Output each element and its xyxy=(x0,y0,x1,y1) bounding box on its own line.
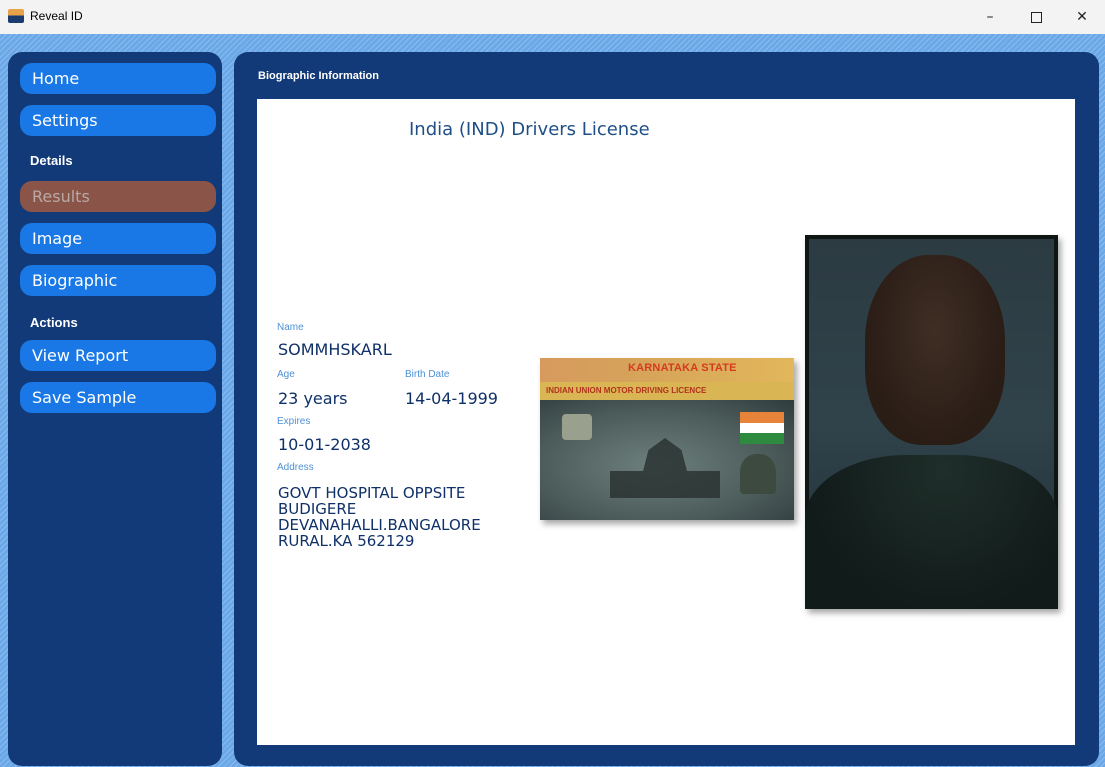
address-line: DEVANAHALLI.BANGALORE xyxy=(278,516,481,534)
address-value: GOVT HOSPITAL OPPSITE BUDIGERE DEVANAHAL… xyxy=(278,485,518,549)
flag-stripe xyxy=(740,412,784,423)
address-line: GOVT HOSPITAL OPPSITE xyxy=(278,484,466,502)
save-sample-button[interactable]: Save Sample xyxy=(20,382,216,413)
chip-icon xyxy=(562,414,592,440)
name-value: SOMMHSKARL xyxy=(278,340,392,359)
sidebar-item-results: Results xyxy=(20,181,216,212)
portrait-shoulders xyxy=(805,455,1058,609)
flag-stripe xyxy=(740,433,784,444)
birth-date-label: Birth Date xyxy=(405,369,450,380)
address-line: BUDIGERE xyxy=(278,500,357,518)
app-icon xyxy=(8,9,24,23)
title-bar: Reveal ID – ✕ xyxy=(0,0,1105,34)
license-header-text: KARNATAKA STATE xyxy=(628,362,737,374)
address-line: RURAL.KA 562129 xyxy=(278,532,415,550)
sidebar-item-image[interactable]: Image xyxy=(20,223,216,254)
age-value: 23 years xyxy=(278,389,348,408)
license-band-text: INDIAN UNION MOTOR DRIVING LICENCE xyxy=(546,386,707,395)
maximize-button[interactable] xyxy=(1013,0,1059,34)
minimize-button[interactable]: – xyxy=(967,0,1013,34)
expires-value: 10-01-2038 xyxy=(278,435,371,454)
emblem-icon xyxy=(740,454,776,494)
close-button[interactable]: ✕ xyxy=(1059,0,1105,34)
birth-date-value: 14-04-1999 xyxy=(405,389,498,408)
flag-icon xyxy=(740,412,784,444)
sidebar-item-settings-label: Settings xyxy=(32,111,98,130)
expires-label: Expires xyxy=(277,416,311,427)
sidebar-item-home[interactable]: Home xyxy=(20,63,216,94)
view-report-button[interactable]: View Report xyxy=(20,340,216,371)
document-title: India (IND) Drivers License xyxy=(409,119,650,140)
sidebar-item-settings[interactable]: Settings xyxy=(20,105,216,136)
panel-title: Biographic Information xyxy=(258,70,379,82)
close-icon: ✕ xyxy=(1076,9,1088,25)
window-title: Reveal ID xyxy=(30,9,83,23)
age-label: Age xyxy=(277,369,295,380)
sidebar-item-biographic[interactable]: Biographic xyxy=(20,265,216,296)
flag-stripe xyxy=(740,422,784,434)
minimize-icon: – xyxy=(986,9,994,25)
license-card-image: KARNATAKA STATE INDIAN UNION MOTOR DRIVI… xyxy=(540,358,794,520)
name-label: Name xyxy=(277,322,304,333)
portrait-photo xyxy=(805,235,1058,609)
sidebar-section-actions: Actions xyxy=(30,315,78,330)
sidebar-section-details: Details xyxy=(30,153,73,168)
portrait-head xyxy=(865,255,1005,445)
maximize-icon xyxy=(1030,11,1042,23)
address-label: Address xyxy=(277,462,314,473)
